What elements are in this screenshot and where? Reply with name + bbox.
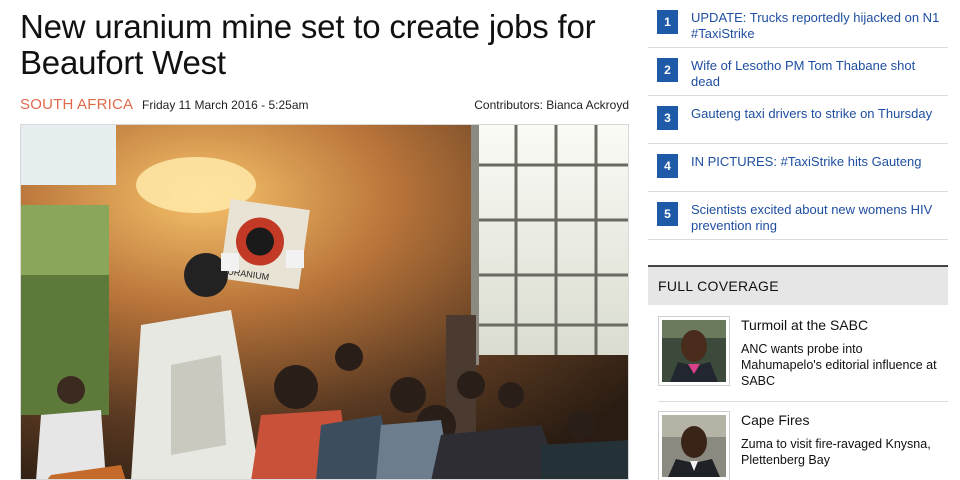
- full-coverage-header: FULL COVERAGE: [648, 265, 948, 305]
- coverage-item[interactable]: Turmoil at the SABC ANC wants probe into…: [658, 314, 948, 398]
- trending-rank-badge: 3: [657, 106, 678, 130]
- coverage-title[interactable]: Cape Fires: [741, 412, 809, 428]
- portrait-image: [662, 320, 726, 382]
- trending-rank-badge: 5: [657, 202, 678, 226]
- trending-link[interactable]: Scientists excited about new womens HIV …: [691, 202, 941, 234]
- trending-item[interactable]: 5 Scientists excited about new womens HI…: [648, 192, 948, 240]
- coverage-description[interactable]: Zuma to visit fire-ravaged Knysna, Plett…: [741, 436, 941, 468]
- trending-rank-badge: 4: [657, 154, 678, 178]
- coverage-divider: [658, 401, 948, 402]
- trending-item[interactable]: 1 UPDATE: Trucks reportedly hijacked on …: [648, 0, 948, 48]
- article: New uranium mine set to create jobs for …: [20, 0, 629, 480]
- trending-item[interactable]: 3 Gauteng taxi drivers to strike on Thur…: [648, 96, 948, 144]
- coverage-title[interactable]: Turmoil at the SABC: [741, 317, 868, 333]
- trending-link[interactable]: Wife of Lesotho PM Tom Thabane shot dead: [691, 58, 941, 90]
- article-contributors: Contributors: Bianca Ackroyd: [474, 98, 629, 112]
- coverage-thumbnail[interactable]: [658, 316, 730, 386]
- trending-item[interactable]: 4 IN PICTURES: #TaxiStrike hits Gauteng: [648, 144, 948, 192]
- trending-list: 1 UPDATE: Trucks reportedly hijacked on …: [648, 0, 948, 240]
- sidebar: 1 UPDATE: Trucks reportedly hijacked on …: [648, 0, 948, 480]
- coverage-thumbnail[interactable]: [658, 411, 730, 480]
- trending-link[interactable]: Gauteng taxi drivers to strike on Thursd…: [691, 106, 941, 122]
- trending-link[interactable]: UPDATE: Trucks reportedly hijacked on N1…: [691, 10, 941, 42]
- section-link[interactable]: SOUTH AFRICA: [20, 96, 133, 113]
- hero-image: URANIUM: [20, 124, 629, 480]
- hero-photo: URANIUM: [21, 125, 628, 479]
- article-meta: SOUTH AFRICA Friday 11 March 2016 - 5:25…: [20, 96, 629, 114]
- portrait-image: [662, 415, 726, 477]
- trending-item[interactable]: 2 Wife of Lesotho PM Tom Thabane shot de…: [648, 48, 948, 96]
- trending-rank-badge: 1: [657, 10, 678, 34]
- article-headline: New uranium mine set to create jobs for …: [20, 8, 596, 81]
- trending-rank-badge: 2: [657, 58, 678, 82]
- coverage-description[interactable]: ANC wants probe into Mahumapelo's editor…: [741, 341, 941, 389]
- full-coverage-title: FULL COVERAGE: [658, 278, 779, 294]
- article-date: Friday 11 March 2016 - 5:25am: [142, 98, 309, 112]
- coverage-item[interactable]: Cape Fires Zuma to visit fire-ravaged Kn…: [658, 409, 948, 480]
- trending-link[interactable]: IN PICTURES: #TaxiStrike hits Gauteng: [691, 154, 941, 170]
